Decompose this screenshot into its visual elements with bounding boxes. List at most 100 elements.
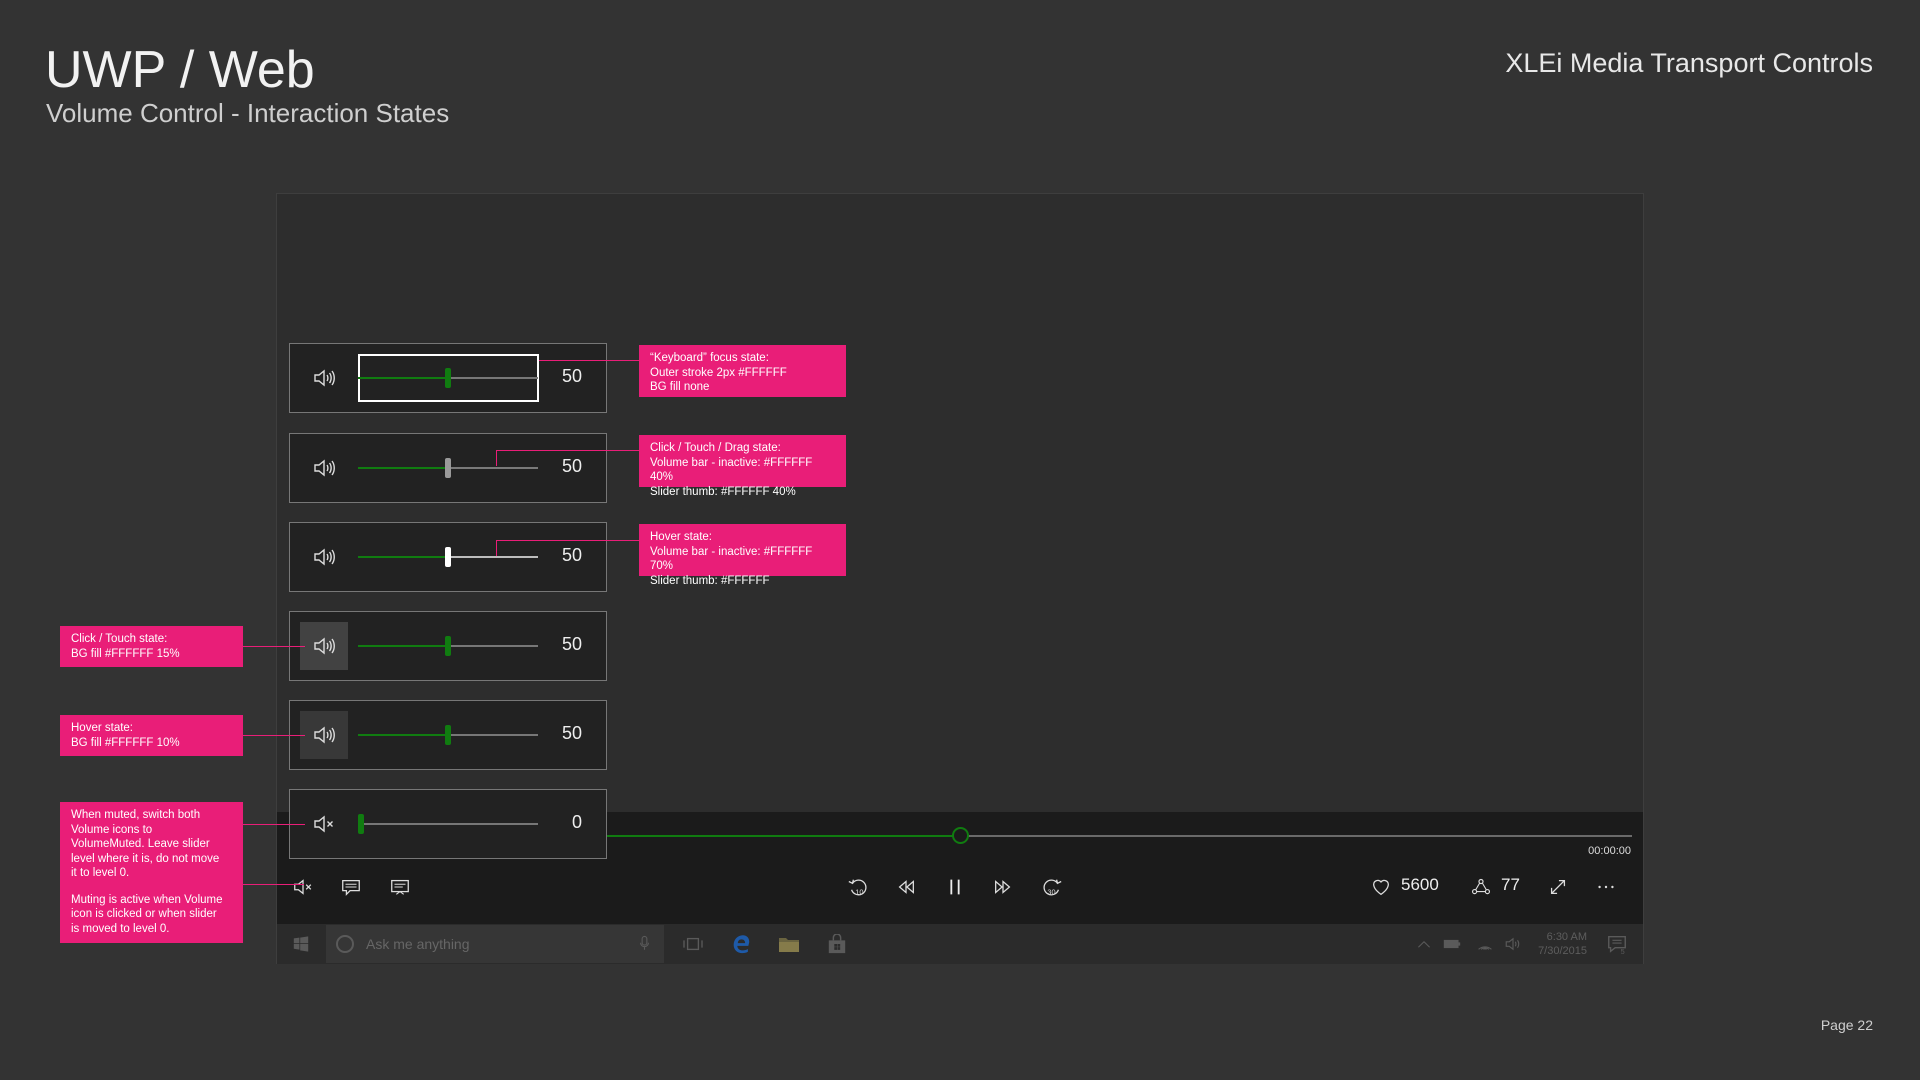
store-icon <box>828 934 846 954</box>
callout-keyboard-focus: “Keyboard” focus state: Outer stroke 2px… <box>639 345 846 397</box>
volume-flyout-hover-slider: 50 <box>289 522 607 592</box>
cast-icon <box>391 879 409 895</box>
volume-button[interactable] <box>300 533 348 581</box>
page-subtitle: Volume Control - Interaction States <box>46 98 450 128</box>
skip-forward-label: 30 <box>1047 887 1055 896</box>
fast-forward-icon <box>995 880 1011 894</box>
fullscreen-button[interactable] <box>1543 872 1573 902</box>
volume-slider-thumb[interactable] <box>445 547 451 567</box>
volume-button[interactable] <box>300 622 348 670</box>
document-title: XLEi Media Transport Controls <box>1505 48 1873 78</box>
callout-leader <box>496 450 497 466</box>
volume-slider-thumb[interactable] <box>445 636 451 656</box>
captions-icon <box>342 879 360 896</box>
callout-drag-state: Click / Touch / Drag state: Volume bar -… <box>639 435 846 498</box>
volume-slider-track[interactable] <box>358 814 538 834</box>
action-center-button[interactable]: 5 <box>1605 933 1629 955</box>
callout-leader <box>496 450 640 451</box>
volume-slider-thumb[interactable] <box>358 814 364 834</box>
heart-icon <box>1373 879 1389 896</box>
share-count: 77 <box>1501 875 1520 894</box>
speaker-muted-icon <box>314 815 333 833</box>
callout-icon-pressed: Click / Touch state: BG fill #FFFFFF 15% <box>60 626 243 667</box>
system-clock[interactable]: 6:30 AM 7/30/2015 <box>1538 930 1587 958</box>
like-count: 5600 <box>1401 875 1439 894</box>
volume-button[interactable] <box>300 354 348 402</box>
volume-value: 50 <box>561 634 582 654</box>
rewind-button[interactable] <box>891 872 921 902</box>
speaker-icon <box>314 369 335 387</box>
task-view-icon <box>683 937 703 951</box>
rewind-icon <box>898 880 914 894</box>
volume-slider-fill <box>358 467 448 469</box>
callout-leader <box>496 540 497 556</box>
speaker-icon <box>314 548 335 566</box>
notification-count: 5 <box>1621 947 1625 955</box>
callout-leader <box>242 735 305 736</box>
skip-forward-30-button[interactable]: 30 <box>1037 872 1067 902</box>
volume-value: 0 <box>571 812 582 832</box>
callout-leader <box>496 540 640 541</box>
page-title: UWP / Web <box>45 41 315 99</box>
volume-flyout-icon-pressed: 50 <box>289 611 607 681</box>
file-explorer-button[interactable] <box>777 933 801 955</box>
callout-icon-hover: Hover state: BG fill #FFFFFF 10% <box>60 715 243 756</box>
fast-forward-button[interactable] <box>988 872 1018 902</box>
store-button[interactable] <box>825 933 849 955</box>
volume-flyout-icon-hover: 50 <box>289 700 607 770</box>
tray-overflow-chevron-icon[interactable] <box>1412 933 1436 955</box>
cortana-search-box[interactable]: Ask me anything <box>326 925 664 963</box>
start-button[interactable] <box>289 933 313 955</box>
share-button[interactable] <box>1466 872 1496 902</box>
clock-date: 7/30/2015 <box>1538 945 1587 957</box>
volume-slider-track[interactable] <box>358 725 538 745</box>
action-center-icon: 5 <box>1608 935 1626 955</box>
volume-slider-fill <box>358 377 448 379</box>
speaker-muted-icon <box>294 879 312 895</box>
microphone-icon[interactable] <box>639 935 650 957</box>
windows-icon <box>293 936 309 952</box>
volume-slider-track[interactable] <box>358 458 538 478</box>
like-button[interactable] <box>1366 872 1396 902</box>
callout-leader <box>242 646 305 647</box>
volume-slider-thumb[interactable] <box>445 458 451 478</box>
tray-volume-icon[interactable] <box>1501 933 1525 955</box>
share-icon <box>1471 878 1491 895</box>
volume-slider-thumb[interactable] <box>445 725 451 745</box>
more-options-button[interactable] <box>1591 872 1621 902</box>
speaker-icon <box>314 459 335 477</box>
task-view-button[interactable] <box>681 933 705 955</box>
volume-flyout-keyboard-focus: 50 <box>289 343 607 413</box>
volume-slider-track[interactable] <box>358 636 538 656</box>
volume-button[interactable] <box>300 800 348 848</box>
page-number: Page 22 <box>1820 1017 1873 1033</box>
volume-slider-fill <box>358 556 448 558</box>
timeline-slider[interactable] <box>607 827 1632 844</box>
skip-forward-30-icon: 30 <box>1043 879 1062 896</box>
skip-back-10-icon: 10 <box>848 879 867 896</box>
pause-button[interactable] <box>940 872 970 902</box>
volume-button[interactable] <box>300 711 348 759</box>
mute-button[interactable] <box>288 872 318 902</box>
skip-back-label: 10 <box>855 887 863 896</box>
callout-leader <box>242 824 305 825</box>
skip-back-10-button[interactable]: 10 <box>843 872 873 902</box>
cast-button[interactable] <box>385 872 415 902</box>
callout-leader <box>539 360 640 361</box>
volume-button[interactable] <box>300 444 348 492</box>
captions-button[interactable] <box>336 872 366 902</box>
edge-browser-button[interactable] <box>729 933 753 955</box>
volume-slider-track[interactable] <box>358 547 538 567</box>
search-placeholder: Ask me anything <box>366 936 470 952</box>
wifi-icon[interactable] <box>1473 933 1497 955</box>
volume-slider-fill <box>358 734 448 736</box>
battery-icon[interactable] <box>1440 933 1464 955</box>
volume-value: 50 <box>561 545 582 565</box>
elapsed-time: 00:00:00 <box>1588 845 1631 857</box>
volume-flyout-muted: 0 <box>289 789 607 859</box>
clock-time: 6:30 AM <box>1546 931 1587 943</box>
volume-flyout-drag-state: 50 <box>289 433 607 503</box>
volume-slider-track[interactable] <box>358 368 538 388</box>
volume-slider-thumb[interactable] <box>445 368 451 388</box>
timeline-thumb[interactable] <box>952 827 969 844</box>
